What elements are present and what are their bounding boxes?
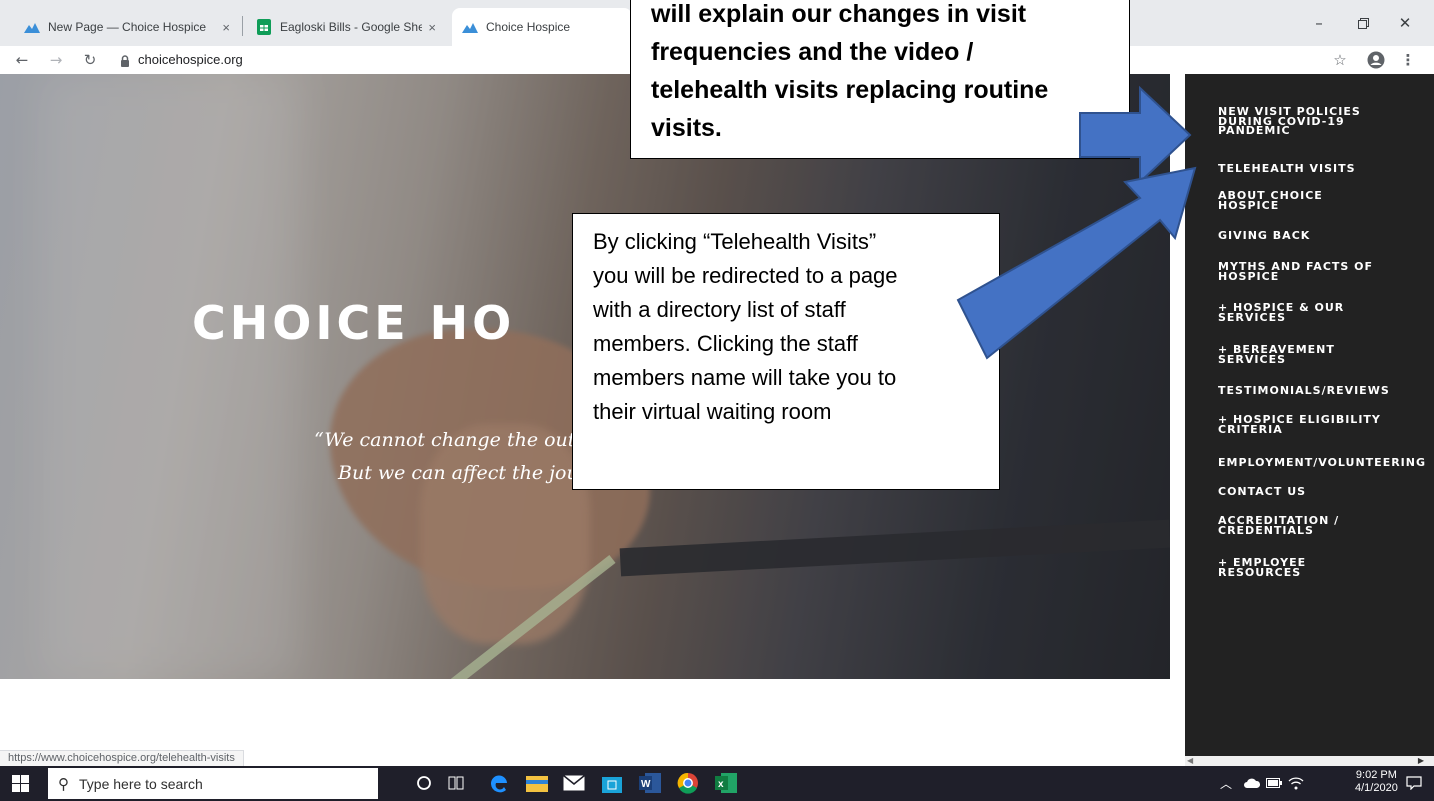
windows-taskbar: ⚲ Type here to search W x ︿ 9:02 PM 4/1/… — [0, 766, 1434, 801]
battery-icon[interactable] — [1262, 771, 1286, 795]
arrow-to-telehealth — [956, 166, 1197, 360]
notifications-icon[interactable] — [1402, 771, 1426, 795]
chrome-icon[interactable] — [676, 771, 700, 795]
chevron-up-icon[interactable]: ︿ — [1214, 771, 1238, 795]
annotation-arrows — [956, 85, 1197, 360]
onedrive-cloud-icon[interactable] — [1240, 771, 1264, 795]
clock-time: 9:02 PM — [1355, 769, 1397, 781]
clock[interactable]: 9:02 PM 4/1/2020 — [1355, 769, 1398, 795]
svg-text:W: W — [641, 779, 651, 790]
svg-text:x: x — [718, 779, 724, 790]
word-icon[interactable]: W — [638, 771, 662, 795]
arrow-to-visit-policies — [1079, 85, 1192, 185]
windows-start-icon[interactable] — [12, 775, 29, 796]
wifi-icon[interactable] — [1284, 771, 1308, 795]
clock-date: 4/1/2020 — [1355, 782, 1398, 794]
cortana-icon[interactable] — [412, 771, 436, 795]
task-view-icon[interactable] — [444, 771, 468, 795]
search-icon: ⚲ — [58, 775, 69, 793]
excel-icon[interactable]: x — [714, 771, 738, 795]
store-icon[interactable] — [600, 771, 624, 795]
edge-browser-icon[interactable] — [487, 771, 511, 795]
search-placeholder: Type here to search — [79, 775, 203, 792]
file-explorer-icon[interactable] — [525, 771, 549, 795]
mail-icon[interactable] — [562, 771, 586, 795]
taskbar-search-input[interactable]: ⚲ Type here to search — [48, 768, 378, 799]
